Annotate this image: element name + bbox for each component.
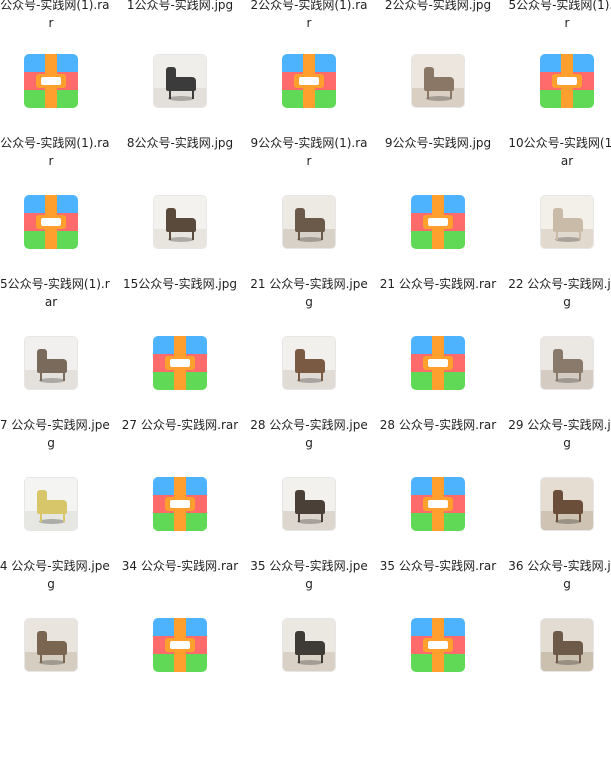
file-name: 27 公众号-实践网.jpeg [0, 418, 110, 450]
rar-archive-icon[interactable] [411, 477, 465, 531]
file-name: 27 公众号-实践网.rar [121, 418, 239, 432]
file-item[interactable]: 21 公众号-实践网.jpeg [250, 195, 368, 335]
file-name: 21 公众号-实践网.rar [379, 277, 497, 291]
file-item[interactable]: 35 公众号-实践网.rar [379, 477, 497, 617]
rar-archive-icon[interactable] [540, 54, 594, 108]
file-name: 28 公众号-实践网.jpeg [250, 418, 368, 450]
file-name: 9公众号-实践网(1).rar [250, 136, 368, 168]
file-name: 8公众号-实践网(1).rar [0, 136, 110, 168]
file-name: 21 公众号-实践网.jpeg [250, 277, 368, 309]
rar-archive-icon[interactable] [411, 195, 465, 249]
file-item[interactable]: 28 公众号-实践网.rar [379, 336, 497, 476]
file-name: 35 公众号-实践网.jpeg [250, 559, 368, 591]
file-item[interactable]: 21 公众号-实践网.rar [379, 195, 497, 335]
file-name: 9公众号-实践网.jpg [384, 136, 492, 150]
file-item[interactable] [250, 618, 368, 758]
file-item[interactable] [0, 618, 110, 758]
file-item[interactable] [121, 618, 239, 758]
file-item[interactable]: 2公众号-实践网(1).rar [250, 0, 368, 56]
rar-archive-icon[interactable] [153, 618, 207, 672]
file-item[interactable]: 1公众号-实践网(1).rar [0, 0, 110, 56]
image-thumbnail[interactable] [153, 195, 207, 249]
rar-archive-icon[interactable] [411, 618, 465, 672]
image-thumbnail[interactable] [282, 618, 336, 672]
file-name: 28 公众号-实践网.rar [379, 418, 497, 432]
file-name: 15公众号-实践网(1).rar [0, 277, 110, 309]
image-thumbnail[interactable] [540, 618, 594, 672]
file-name: 8公众号-实践网.jpg [126, 136, 234, 150]
file-grid: 1公众号-实践网(1).rar 1公众号-实践网.jpg 2公众号-实践网(1).r… [0, 0, 611, 686]
file-item[interactable]: 15公众号-实践网.jpg [121, 195, 239, 335]
image-thumbnail[interactable] [24, 618, 78, 672]
file-name: 5公众号-实践网(1).rar [508, 0, 611, 30]
rar-archive-icon[interactable] [153, 336, 207, 390]
file-name: 35 公众号-实践网.rar [379, 559, 497, 573]
image-thumbnail[interactable] [540, 195, 594, 249]
image-thumbnail[interactable] [153, 54, 207, 108]
image-thumbnail[interactable] [282, 195, 336, 249]
file-name: 2公众号-实践网.jpg [384, 0, 492, 12]
file-item[interactable]: 34 公众号-实践网.rar [121, 477, 239, 617]
file-item[interactable]: 2公众号-实践网.jpg [379, 0, 497, 56]
file-item[interactable]: 8公众号-实践网.jpg [121, 54, 239, 194]
file-name: 1公众号-实践网(1).rar [0, 0, 110, 30]
image-thumbnail[interactable] [24, 477, 78, 531]
file-name: 22 公众号-实践网.jpeg [508, 277, 611, 309]
file-name: 2公众号-实践网(1).rar [250, 0, 368, 30]
file-item[interactable]: 34 公众号-实践网.jpeg [0, 477, 110, 617]
file-item[interactable]: 10公众号-实践网(1).rar [508, 54, 611, 194]
file-name: 29 公众号-实践网.jpeg [508, 418, 611, 450]
rar-archive-icon[interactable] [411, 336, 465, 390]
file-item[interactable]: 22 公众号-实践网.jpeg [508, 195, 611, 335]
file-item[interactable] [508, 618, 611, 758]
file-name: 36 公众号-实践网.jpeg [508, 559, 611, 591]
file-name: 34 公众号-实践网.jpeg [0, 559, 110, 591]
rar-archive-icon[interactable] [24, 195, 78, 249]
image-thumbnail[interactable] [282, 477, 336, 531]
file-item[interactable]: 29 公众号-实践网.jpeg [508, 336, 611, 476]
file-name: 15公众号-实践网.jpg [123, 277, 237, 291]
image-thumbnail[interactable] [540, 477, 594, 531]
file-item[interactable]: 36 公众号-实践网.jpeg [508, 477, 611, 617]
file-item[interactable]: 35 公众号-实践网.jpeg [250, 477, 368, 617]
file-name: 34 公众号-实践网.rar [121, 559, 239, 573]
image-thumbnail[interactable] [411, 54, 465, 108]
image-thumbnail[interactable] [282, 336, 336, 390]
image-thumbnail[interactable] [24, 336, 78, 390]
file-item[interactable]: 5公众号-实践网(1).rar [508, 0, 611, 56]
file-name: 1公众号-实践网.jpg [126, 0, 234, 12]
rar-archive-icon[interactable] [153, 477, 207, 531]
file-item[interactable]: 9公众号-实践网.jpg [379, 54, 497, 194]
file-name: 10公众号-实践网(1).rar [508, 136, 611, 168]
rar-archive-icon[interactable] [24, 54, 78, 108]
file-item[interactable]: 15公众号-实践网(1).rar [0, 195, 110, 335]
file-item[interactable]: 27 公众号-实践网.jpeg [0, 336, 110, 476]
file-item[interactable]: 28 公众号-实践网.jpeg [250, 336, 368, 476]
file-item[interactable] [379, 618, 497, 758]
file-item[interactable]: 9公众号-实践网(1).rar [250, 54, 368, 194]
file-item[interactable]: 8公众号-实践网(1).rar [0, 54, 110, 194]
rar-archive-icon[interactable] [282, 54, 336, 108]
file-item[interactable]: 27 公众号-实践网.rar [121, 336, 239, 476]
file-item[interactable]: 1公众号-实践网.jpg [121, 0, 239, 56]
image-thumbnail[interactable] [540, 336, 594, 390]
